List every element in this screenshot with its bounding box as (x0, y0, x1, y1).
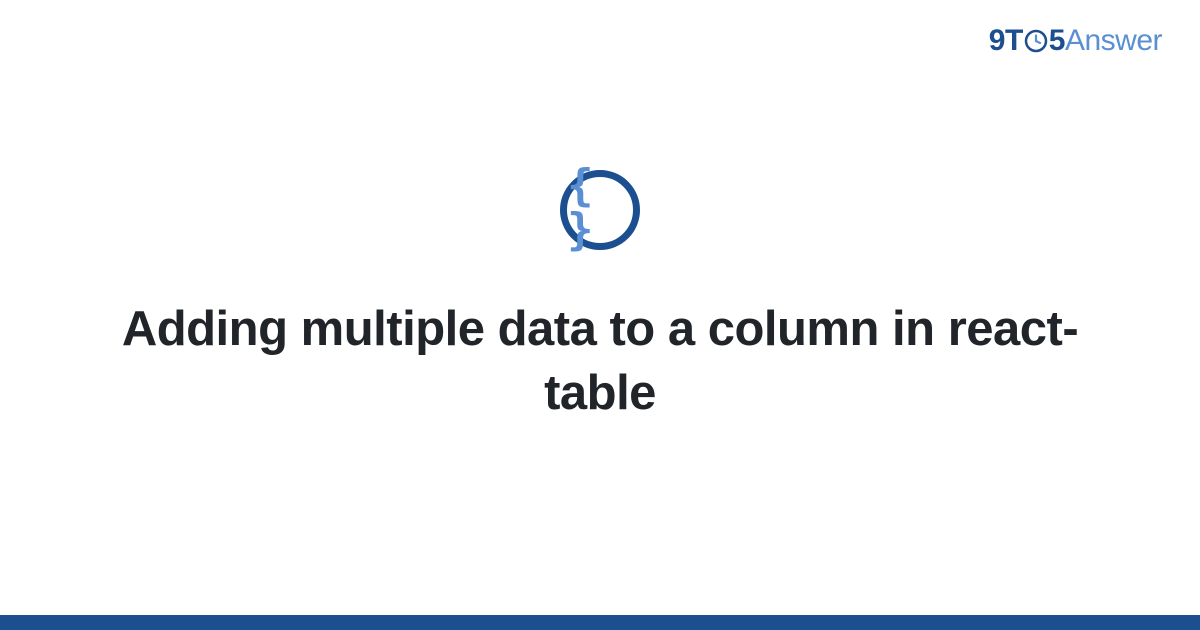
main-content: { } Adding multiple data to a column in … (0, 0, 1200, 615)
category-icon-circle: { } (560, 170, 640, 250)
page-title: Adding multiple data to a column in reac… (110, 298, 1090, 425)
braces-icon: { } (567, 164, 633, 252)
footer-bar (0, 615, 1200, 630)
